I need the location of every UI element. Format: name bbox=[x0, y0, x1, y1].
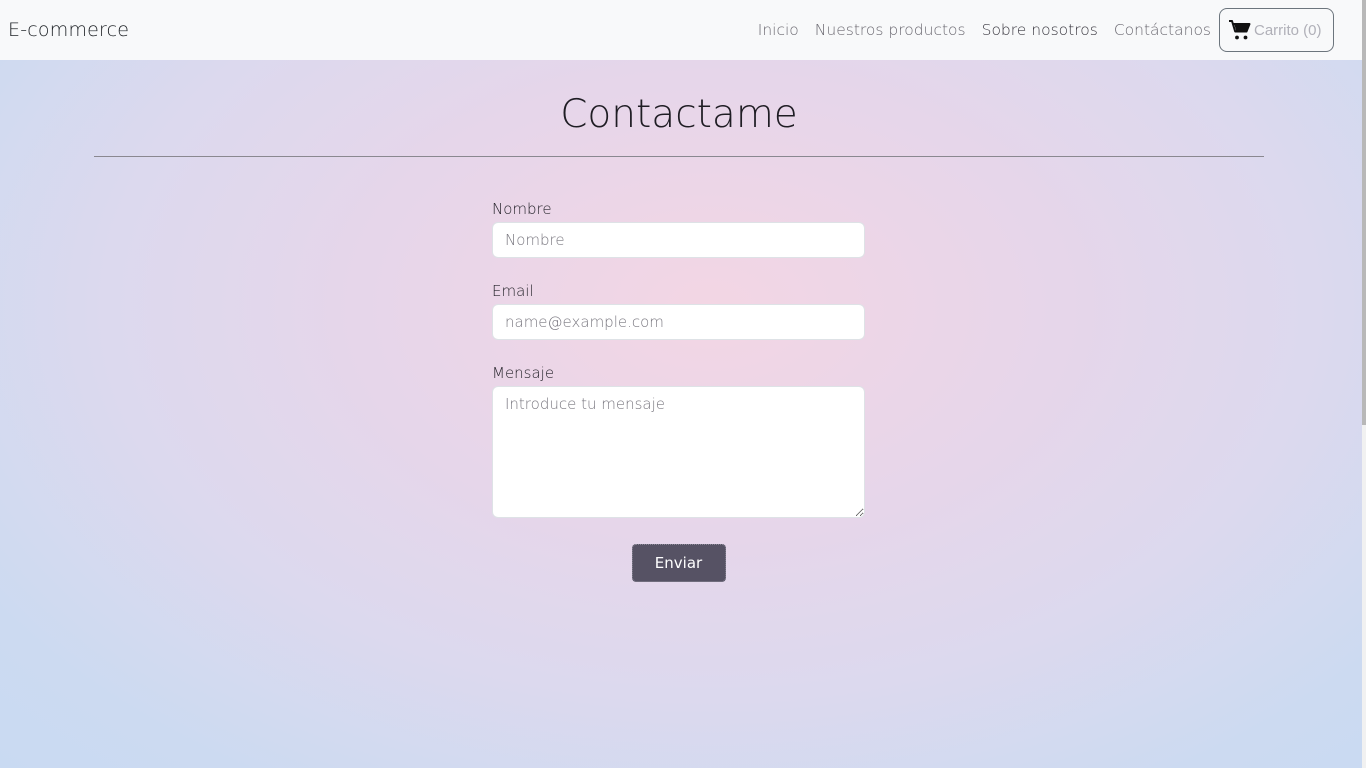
brand-link[interactable]: E-commerce bbox=[8, 19, 129, 41]
cart-button[interactable]: Carrito (0) bbox=[1219, 8, 1334, 52]
nav-link-sobre-nosotros[interactable]: Sobre nosotros bbox=[982, 21, 1098, 39]
nav-link-productos[interactable]: Nuestros productos bbox=[815, 21, 966, 39]
scrollbar-thumb[interactable] bbox=[1362, 0, 1366, 425]
navbar: E-commerce Inicio Nuestros productos Sob… bbox=[0, 0, 1362, 60]
contact-form: Nombre Email Mensaje Enviar bbox=[492, 200, 865, 582]
name-field-group: Nombre bbox=[492, 200, 865, 258]
message-label: Mensaje bbox=[492, 364, 555, 382]
email-label: Email bbox=[492, 282, 534, 300]
submit-wrap: Enviar bbox=[492, 544, 865, 582]
page-title: Contactame bbox=[560, 92, 798, 137]
cart-icon bbox=[1229, 20, 1251, 40]
email-input[interactable] bbox=[492, 304, 865, 340]
message-field-group: Mensaje bbox=[492, 364, 865, 522]
nav-links: Inicio Nuestros productos Sobre nosotros… bbox=[758, 8, 1334, 52]
scrollbar[interactable] bbox=[1362, 0, 1366, 768]
cart-label: Carrito (0) bbox=[1254, 21, 1322, 39]
email-field-group: Email bbox=[492, 282, 865, 340]
title-divider bbox=[94, 156, 1264, 157]
nav-link-contactanos[interactable]: Contáctanos bbox=[1114, 21, 1211, 39]
name-label: Nombre bbox=[492, 200, 552, 218]
name-input[interactable] bbox=[492, 222, 865, 258]
submit-button[interactable]: Enviar bbox=[631, 544, 726, 582]
nav-link-inicio[interactable]: Inicio bbox=[758, 21, 799, 39]
message-textarea[interactable] bbox=[492, 386, 865, 518]
